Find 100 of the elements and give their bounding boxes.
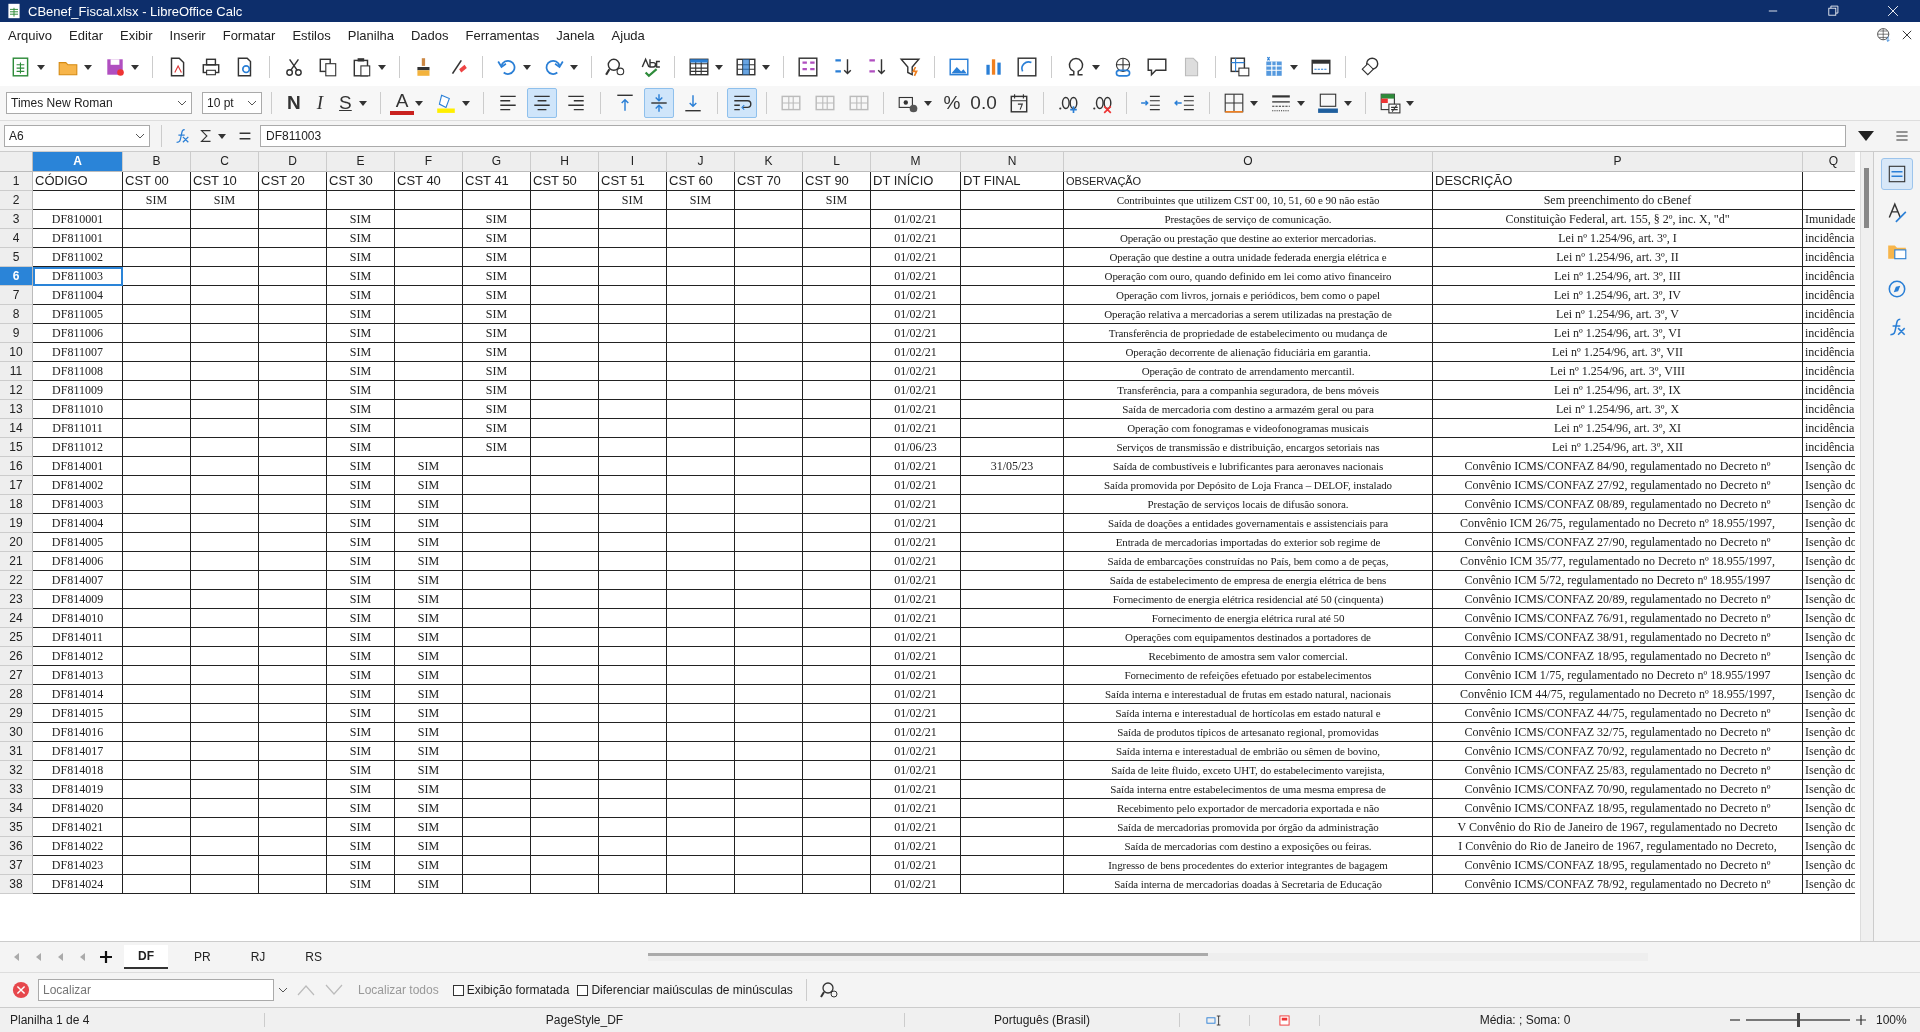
row-header[interactable]: 4 bbox=[0, 229, 33, 248]
row-header[interactable]: 7 bbox=[0, 286, 33, 305]
dropdown-arrow-icon[interactable] bbox=[762, 64, 770, 70]
row-header[interactable]: 11 bbox=[0, 362, 33, 381]
column-header[interactable]: I bbox=[599, 152, 667, 172]
percent-button[interactable]: % bbox=[940, 90, 964, 116]
row-header[interactable]: 26 bbox=[0, 647, 33, 666]
column-header[interactable]: C bbox=[191, 152, 259, 172]
row-header[interactable]: 38 bbox=[0, 875, 33, 894]
row-header[interactable]: 27 bbox=[0, 666, 33, 685]
row-header[interactable]: 10 bbox=[0, 343, 33, 362]
close-document-icon[interactable] bbox=[1900, 28, 1914, 42]
zoom-in-icon[interactable] bbox=[1856, 1015, 1866, 1025]
row-header[interactable]: 35 bbox=[0, 818, 33, 837]
align-center-icon[interactable] bbox=[527, 88, 558, 118]
row-header[interactable]: 28 bbox=[0, 685, 33, 704]
column-header[interactable]: B bbox=[123, 152, 191, 172]
row-header[interactable]: 23 bbox=[0, 590, 33, 609]
row-header[interactable]: 18 bbox=[0, 495, 33, 514]
row-header[interactable]: 17 bbox=[0, 476, 33, 495]
menu-item[interactable]: Editar bbox=[69, 27, 113, 43]
row-header[interactable]: 8 bbox=[0, 305, 33, 324]
row-header[interactable]: 9 bbox=[0, 324, 33, 343]
column-header[interactable]: J bbox=[667, 152, 735, 172]
font-size-field[interactable]: 10 pt bbox=[202, 92, 262, 114]
column-header[interactable]: P bbox=[1433, 152, 1803, 172]
row-header[interactable]: 30 bbox=[0, 723, 33, 742]
row-header[interactable]: 14 bbox=[0, 419, 33, 438]
row-header[interactable]: 2 bbox=[0, 191, 33, 210]
row-header[interactable]: 31 bbox=[0, 742, 33, 761]
bold-button[interactable]: N bbox=[281, 90, 307, 116]
sheet-tab[interactable]: RS bbox=[291, 946, 336, 968]
search-field[interactable]: Localizar bbox=[38, 979, 274, 1001]
dropdown-arrow-icon[interactable] bbox=[570, 64, 578, 70]
menu-item[interactable]: Inserir bbox=[169, 27, 215, 43]
row-header[interactable]: 36 bbox=[0, 837, 33, 856]
underline-button[interactable]: S bbox=[333, 90, 358, 116]
horizontal-scrollbar[interactable] bbox=[648, 953, 1648, 961]
menu-item[interactable]: Planilha bbox=[347, 27, 403, 43]
dropdown-arrow-icon[interactable] bbox=[37, 64, 45, 70]
menu-item[interactable]: Janela bbox=[556, 27, 604, 43]
dropdown-arrow-icon[interactable] bbox=[1296, 100, 1305, 106]
row-header[interactable]: 12 bbox=[0, 381, 33, 400]
column-header[interactable]: H bbox=[531, 152, 599, 172]
dropdown-arrow-icon[interactable] bbox=[1343, 100, 1352, 106]
row-header[interactable]: 34 bbox=[0, 799, 33, 818]
row-header[interactable]: 25 bbox=[0, 628, 33, 647]
column-header[interactable]: E bbox=[327, 152, 395, 172]
properties-icon[interactable] bbox=[1881, 158, 1913, 190]
vertical-scrollbar[interactable] bbox=[1860, 152, 1873, 941]
row-header[interactable]: 15 bbox=[0, 438, 33, 457]
close-icon[interactable] bbox=[1886, 4, 1900, 18]
menu-item[interactable]: Estilos bbox=[292, 27, 340, 43]
dropdown-arrow-icon[interactable] bbox=[131, 64, 139, 70]
find-replace-icon[interactable] bbox=[819, 980, 840, 1000]
italic-button[interactable]: I bbox=[310, 90, 330, 116]
zoom-slider-thumb[interactable] bbox=[1797, 1013, 1800, 1027]
column-header[interactable]: G bbox=[463, 152, 531, 172]
row-header[interactable]: 22 bbox=[0, 571, 33, 590]
wrap-text-icon[interactable] bbox=[727, 88, 758, 118]
row-header[interactable]: 21 bbox=[0, 552, 33, 571]
column-header[interactable]: N bbox=[961, 152, 1064, 172]
restore-icon[interactable] bbox=[1826, 4, 1840, 18]
globe-update-icon[interactable] bbox=[1876, 27, 1892, 43]
row-header[interactable]: 5 bbox=[0, 248, 33, 267]
number-format-button[interactable]: 0.0 bbox=[967, 90, 1000, 116]
dropdown-arrow-icon[interactable] bbox=[715, 64, 723, 70]
row-header[interactable]: 20 bbox=[0, 533, 33, 552]
column-header[interactable]: M bbox=[871, 152, 961, 172]
dropdown-arrow-icon[interactable] bbox=[415, 100, 424, 106]
column-header[interactable]: K bbox=[735, 152, 803, 172]
row-header[interactable]: 16 bbox=[0, 457, 33, 476]
font-color-button[interactable]: A bbox=[389, 91, 415, 115]
dropdown-arrow-icon[interactable] bbox=[924, 100, 933, 106]
dropdown-arrow-icon[interactable] bbox=[1290, 64, 1298, 70]
row-header[interactable]: 33 bbox=[0, 780, 33, 799]
row-header[interactable]: 19 bbox=[0, 514, 33, 533]
dropdown-arrow-icon[interactable] bbox=[378, 64, 386, 70]
column-header[interactable]: D bbox=[259, 152, 327, 172]
sheet-tab[interactable]: RJ bbox=[236, 946, 280, 968]
sidebar-menu-icon[interactable] bbox=[1894, 128, 1910, 144]
menu-item[interactable]: Dados bbox=[411, 27, 458, 43]
row-header[interactable]: 37 bbox=[0, 856, 33, 875]
row-header[interactable]: 3 bbox=[0, 210, 33, 229]
menu-item[interactable]: Ajuda bbox=[611, 27, 654, 43]
menu-item[interactable]: Arquivo bbox=[8, 27, 62, 43]
sheet-tab[interactable]: DF bbox=[124, 945, 168, 969]
menu-item[interactable]: Ferramentas bbox=[465, 27, 549, 43]
menu-item[interactable]: Formatar bbox=[222, 27, 285, 43]
menu-item[interactable]: Exibir bbox=[120, 27, 162, 43]
row-header[interactable]: 6 bbox=[0, 267, 33, 286]
column-header[interactable]: L bbox=[803, 152, 871, 172]
column-header[interactable]: A bbox=[33, 152, 123, 172]
name-box[interactable]: A6 bbox=[4, 125, 150, 147]
dropdown-arrow-icon[interactable] bbox=[1092, 64, 1100, 70]
checkbox[interactable] bbox=[577, 984, 589, 996]
sheet-tab[interactable]: PR bbox=[180, 946, 225, 968]
dropdown-arrow-icon[interactable] bbox=[462, 100, 471, 106]
column-header[interactable]: F bbox=[395, 152, 463, 172]
dropdown-arrow-icon[interactable] bbox=[523, 64, 531, 70]
